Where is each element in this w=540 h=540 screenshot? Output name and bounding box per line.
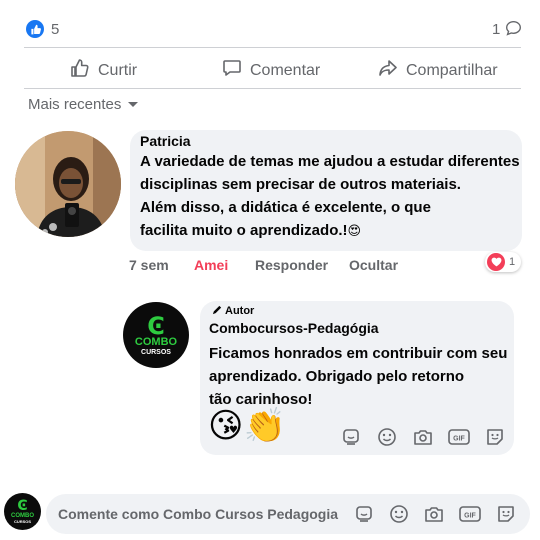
camera-icon[interactable]: [412, 426, 434, 448]
composer-emoji-icon[interactable]: [388, 503, 410, 525]
combo-logo-small-icon: Ͼ: [17, 497, 28, 514]
reaction-count: 1: [509, 256, 516, 268]
share-label: Compartilhar: [406, 61, 498, 79]
composer-avatar-sticker-icon[interactable]: [495, 503, 517, 525]
comment-button[interactable]: Comentar: [222, 58, 320, 83]
emoji-icon[interactable]: [376, 426, 398, 448]
comment-composer[interactable]: Comente como Combo Cursos Pedagogia GIF: [46, 494, 530, 534]
svg-text:GIF: GIF: [453, 436, 465, 443]
avatar-sticker-icon[interactable]: [484, 426, 506, 448]
pencil-icon: [212, 304, 223, 318]
hide-button[interactable]: Ocultar: [349, 257, 398, 273]
comment-author[interactable]: Patricia: [140, 133, 191, 149]
comment-time[interactable]: 7 sem: [129, 257, 169, 273]
heart-eyes-emoji: 😍: [347, 224, 362, 239]
caret-down-icon: [127, 96, 139, 113]
composer-gif-icon[interactable]: GIF: [459, 503, 481, 525]
author-badge-label: Autor: [225, 305, 255, 317]
like-reaction-icon[interactable]: [26, 20, 44, 38]
comment-body: A variedade de temas me ajudou a estudar…: [140, 150, 520, 243]
composer-camera-icon[interactable]: [423, 503, 445, 525]
reply-emojis: 😘👏: [208, 406, 286, 446]
like-icon: [70, 58, 90, 83]
reply-button[interactable]: Responder: [255, 257, 328, 273]
share-icon: [378, 58, 398, 83]
comment-label: Comentar: [250, 61, 321, 79]
combo-logo-icon: Ͼ: [147, 311, 165, 340]
author-badge: Autor: [212, 304, 254, 318]
actions-divider: [24, 88, 521, 89]
svg-text:GIF: GIF: [464, 513, 476, 520]
composer-avatar[interactable]: Ͼ COMBO CURSOS: [4, 493, 41, 530]
reply-author[interactable]: Combocursos-Pedagógia: [209, 320, 379, 336]
top-divider: [24, 47, 521, 48]
like-label: Curtir: [98, 61, 138, 79]
logo-small-word-1: COMBO: [11, 512, 34, 519]
like-count[interactable]: 5: [51, 21, 59, 38]
comment-count-icon: [505, 20, 522, 42]
logo-word-2: CURSOS: [141, 348, 171, 356]
sort-dropdown[interactable]: Mais recentes: [28, 96, 139, 113]
gif-icon[interactable]: GIF: [448, 426, 470, 448]
logo-word-1: COMBO: [134, 335, 178, 348]
sort-label: Mais recentes: [28, 96, 122, 113]
reply-author-avatar[interactable]: Ͼ COMBO CURSOS: [123, 302, 189, 368]
comment-text: A variedade de temas me ajudou a estudar…: [140, 153, 520, 239]
comment-bubble: Patricia A variedade de temas me ajudou …: [130, 130, 522, 251]
reaction-love-button[interactable]: Amei: [194, 257, 228, 273]
heart-icon: [487, 253, 505, 271]
commenter-avatar[interactable]: [15, 131, 121, 237]
comment-reaction-count[interactable]: 1: [485, 252, 522, 272]
reply-text: Ficamos honrados em contribuir com seu a…: [209, 345, 508, 408]
composer-sticker-icon[interactable]: [353, 503, 375, 525]
logo-small-word-2: CURSOS: [13, 518, 32, 524]
sticker-icon[interactable]: [340, 426, 362, 448]
comment-count[interactable]: 1: [492, 21, 500, 38]
composer-placeholder[interactable]: Comente como Combo Cursos Pedagogia: [58, 506, 338, 522]
comment-icon: [222, 58, 242, 83]
reply-bubble: Autor Combocursos-Pedagógia Ficamos honr…: [200, 301, 514, 455]
share-button[interactable]: Compartilhar: [378, 58, 498, 83]
like-button[interactable]: Curtir: [70, 58, 137, 83]
